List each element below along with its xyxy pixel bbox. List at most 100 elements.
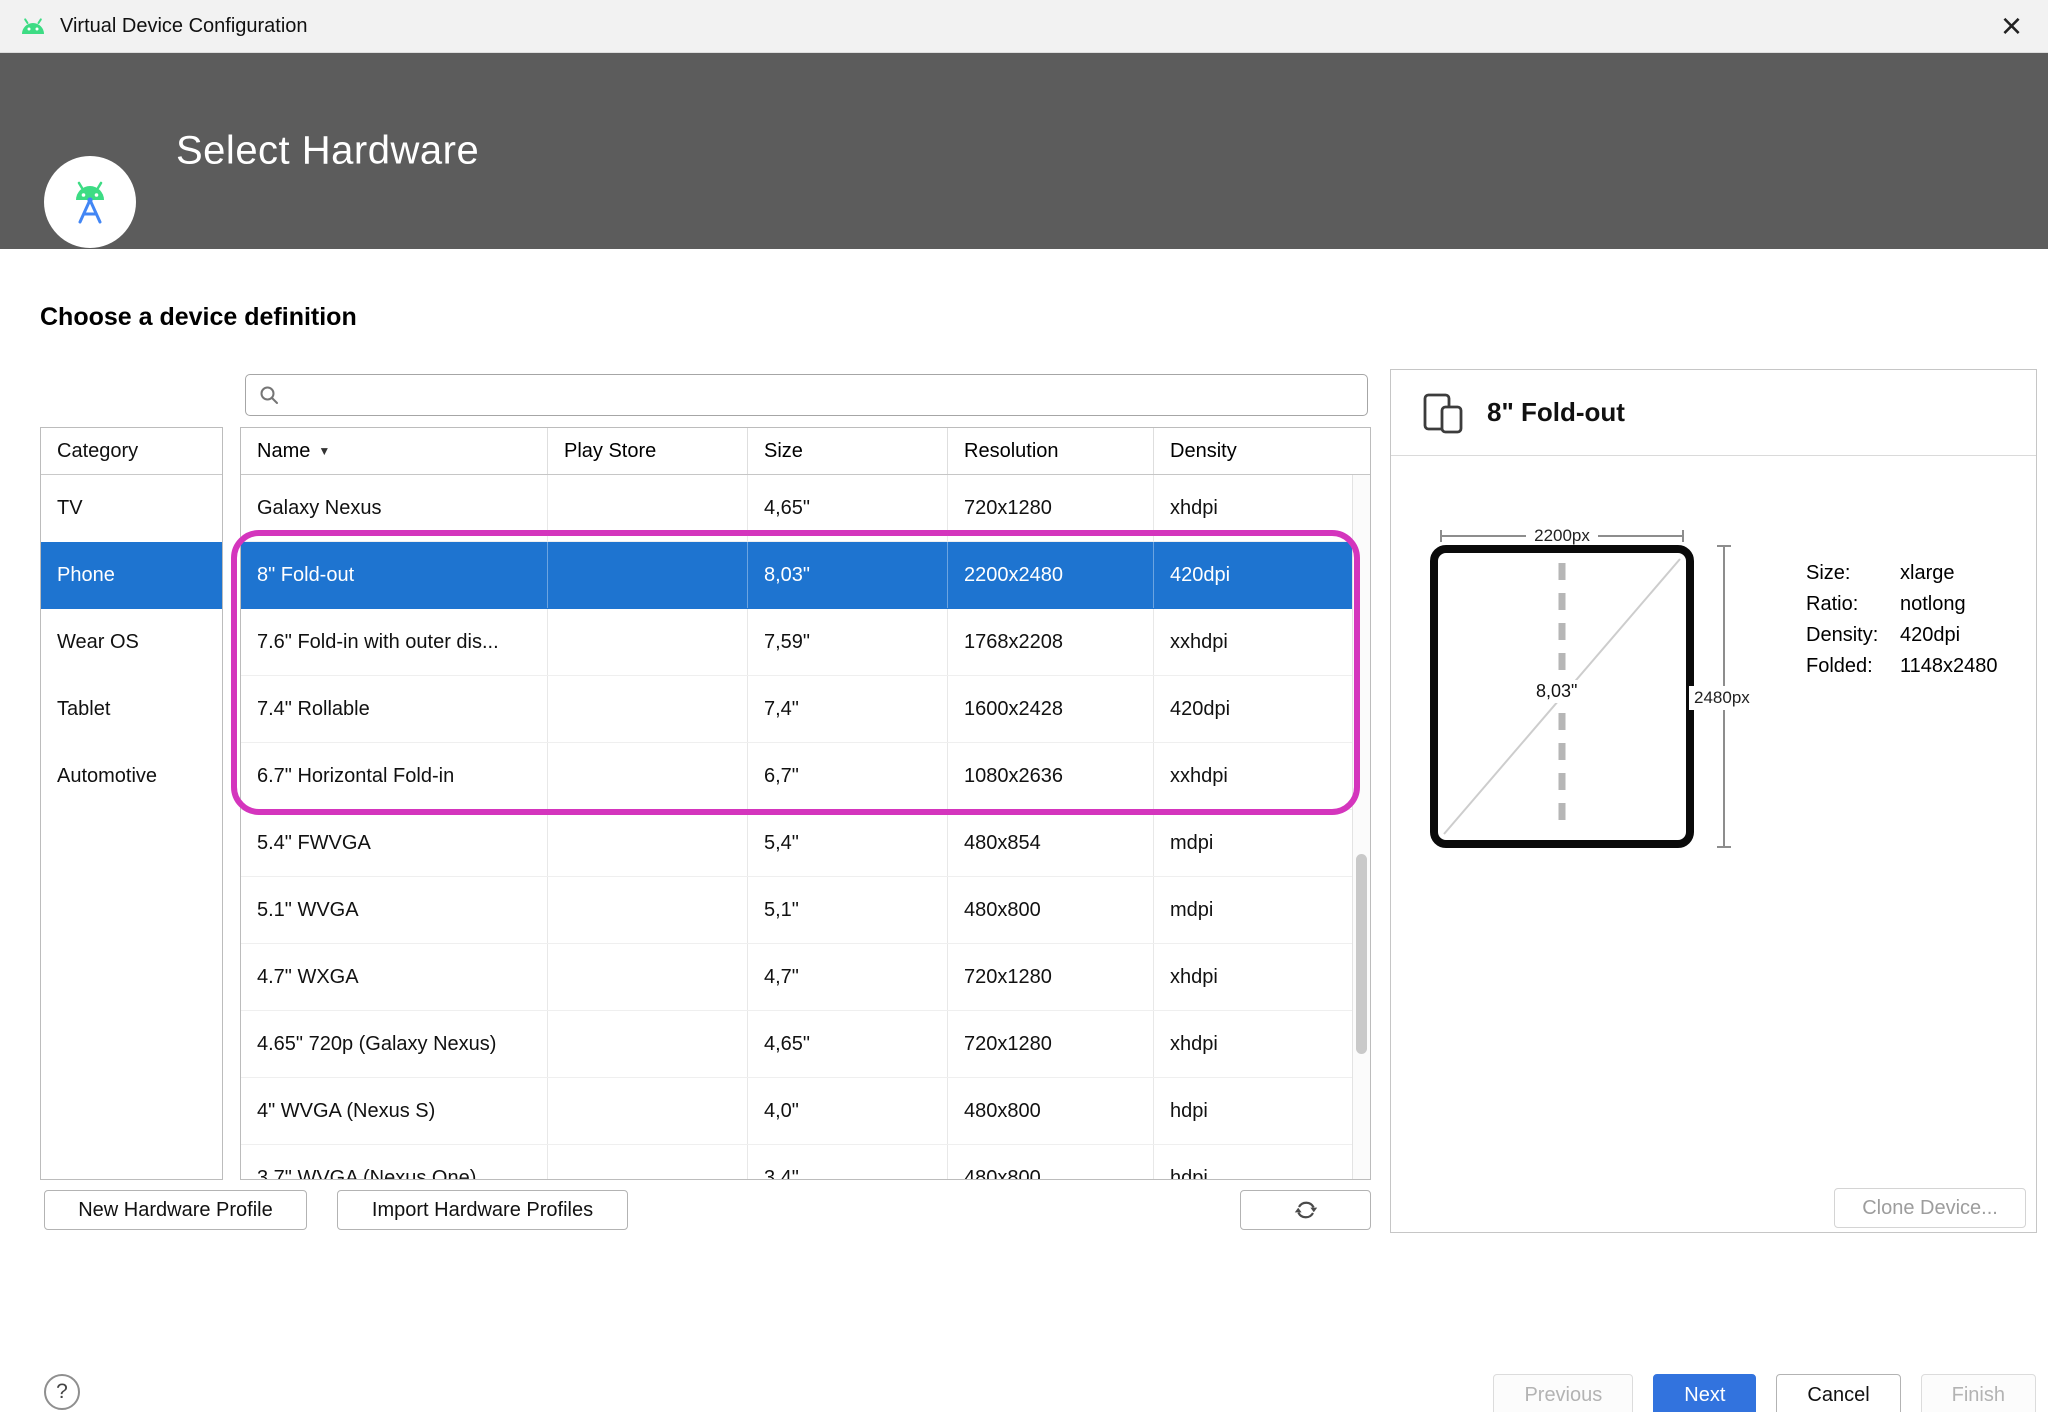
cell-name: 8" Fold-out	[241, 542, 548, 608]
device-row[interactable]: 4.7" WXGA4,7"720x1280xhdpi	[241, 944, 1370, 1011]
close-icon[interactable]: ×	[2001, 8, 2022, 44]
device-row[interactable]: 3.7" WVGA (Nexus One)3,4"480x800hdpi	[241, 1145, 1370, 1180]
cell-name: 6.7" Horizontal Fold-in	[241, 743, 548, 809]
section-title: Choose a device definition	[40, 303, 357, 332]
footer-buttons: Previous Next Cancel Finish	[1493, 1374, 2036, 1412]
previous-button[interactable]: Previous	[1493, 1374, 1633, 1412]
height-dimension-tick-top	[1717, 545, 1731, 547]
diagonal-size-label: 8,03"	[1531, 680, 1582, 703]
column-header-name[interactable]: Name ▼	[241, 428, 548, 474]
device-row[interactable]: 7.6" Fold-in with outer dis...7,59"1768x…	[241, 609, 1370, 676]
device-row[interactable]: 5.4" FWVGA5,4"480x854mdpi	[241, 810, 1370, 877]
device-row[interactable]: 4" WVGA (Nexus S)4,0"480x800hdpi	[241, 1078, 1370, 1145]
refresh-icon	[1293, 1197, 1319, 1223]
cell-name: 4" WVGA (Nexus S)	[241, 1078, 548, 1144]
category-item-tv[interactable]: TV	[41, 475, 222, 542]
cell-play-store	[548, 743, 748, 809]
scrollbar-thumb[interactable]	[1356, 854, 1367, 1054]
cell-name: 4.7" WXGA	[241, 944, 548, 1010]
column-header-size[interactable]: Size	[748, 428, 948, 474]
device-row[interactable]: 8" Fold-out8,03"2200x2480420dpi	[241, 542, 1370, 609]
cell-size: 4,0"	[748, 1078, 948, 1144]
device-search-box[interactable]	[245, 374, 1368, 416]
column-header-resolution[interactable]: Resolution	[948, 428, 1154, 474]
detail-panel-header: 8" Fold-out	[1391, 370, 2036, 456]
cell-size: 4,7"	[748, 944, 948, 1010]
cell-play-store	[548, 877, 748, 943]
device-specs: Size:xlargeRatio:notlongDensity:420dpiFo…	[1806, 562, 1998, 678]
cell-size: 7,4"	[748, 676, 948, 742]
cell-play-store	[548, 810, 748, 876]
category-list: TVPhoneWear OSTabletAutomotive	[41, 475, 222, 810]
search-input[interactable]	[288, 374, 1367, 416]
category-panel: Category TVPhoneWear OSTabletAutomotive	[40, 427, 223, 1180]
virtual-device-configuration-window: Virtual Device Configuration × Select Ha…	[0, 0, 2048, 1412]
device-row[interactable]: 5.1" WVGA5,1"480x800mdpi	[241, 877, 1370, 944]
cancel-button[interactable]: Cancel	[1776, 1374, 1900, 1412]
cell-size: 5,4"	[748, 810, 948, 876]
cell-play-store	[548, 1145, 748, 1180]
header-banner: Select Hardware	[0, 53, 2048, 249]
column-header-play-store[interactable]: Play Store	[548, 428, 748, 474]
spec-label: Folded:	[1806, 655, 1900, 678]
height-label: 2480px	[1689, 686, 1755, 710]
cell-play-store	[548, 944, 748, 1010]
cell-play-store	[548, 542, 748, 608]
device-detail-panel: 8" Fold-out 2200px 8,03" 2480px Size:xla…	[1390, 369, 2037, 1233]
cell-play-store	[548, 1011, 748, 1077]
cell-resolution: 1768x2208	[948, 609, 1154, 675]
device-table: Name ▼ Play Store Size Resolution Densit…	[240, 427, 1371, 1180]
help-button[interactable]: ?	[44, 1374, 80, 1410]
category-header: Category	[41, 428, 222, 475]
height-dimension-tick-bottom	[1717, 846, 1731, 848]
device-row[interactable]: 7.4" Rollable7,4"1600x2428420dpi	[241, 676, 1370, 743]
category-item-wear-os[interactable]: Wear OS	[41, 609, 222, 676]
cell-size: 4,65"	[748, 1011, 948, 1077]
cell-resolution: 720x1280	[948, 475, 1154, 541]
clone-device-button[interactable]: Clone Device...	[1834, 1188, 2026, 1228]
spec-label: Ratio:	[1806, 593, 1900, 616]
device-detail-title: 8" Fold-out	[1487, 397, 1625, 428]
window-title: Virtual Device Configuration	[60, 15, 308, 38]
device-row[interactable]: 4.65" 720p (Galaxy Nexus)4,65"720x1280xh…	[241, 1011, 1370, 1078]
cell-name: 4.65" 720p (Galaxy Nexus)	[241, 1011, 548, 1077]
cell-name: Galaxy Nexus	[241, 475, 548, 541]
cell-size: 7,59"	[748, 609, 948, 675]
cell-resolution: 1080x2636	[948, 743, 1154, 809]
cell-density: hdpi	[1154, 1145, 1354, 1180]
vertical-scrollbar[interactable]	[1352, 475, 1370, 1179]
width-dimension: 2200px	[1440, 528, 1684, 544]
new-hardware-profile-button[interactable]: New Hardware Profile	[44, 1190, 307, 1230]
spec-label: Size:	[1806, 562, 1900, 585]
cell-density: 420dpi	[1154, 676, 1354, 742]
cell-density: hdpi	[1154, 1078, 1354, 1144]
device-row[interactable]: Galaxy Nexus4,65"720x1280xhdpi	[241, 475, 1370, 542]
search-icon	[258, 384, 280, 406]
device-row[interactable]: 6.7" Horizontal Fold-in6,7"1080x2636xxhd…	[241, 743, 1370, 810]
cell-resolution: 480x800	[948, 877, 1154, 943]
category-item-phone[interactable]: Phone	[41, 542, 222, 609]
finish-button[interactable]: Finish	[1921, 1374, 2036, 1412]
column-header-label: Size	[764, 440, 803, 463]
column-header-label: Resolution	[964, 440, 1059, 463]
cell-density: mdpi	[1154, 877, 1354, 943]
android-logo-icon	[18, 17, 48, 36]
android-studio-logo-icon	[44, 156, 136, 248]
cell-density: xxhdpi	[1154, 609, 1354, 675]
cell-play-store	[548, 1078, 748, 1144]
cell-density: mdpi	[1154, 810, 1354, 876]
category-item-automotive[interactable]: Automotive	[41, 743, 222, 810]
next-button[interactable]: Next	[1653, 1374, 1756, 1412]
column-header-label: Density	[1170, 440, 1237, 463]
device-table-body: Galaxy Nexus4,65"720x1280xhdpi8" Fold-ou…	[241, 475, 1370, 1180]
import-hardware-profiles-button[interactable]: Import Hardware Profiles	[337, 1190, 628, 1230]
category-item-tablet[interactable]: Tablet	[41, 676, 222, 743]
cell-name: 3.7" WVGA (Nexus One)	[241, 1145, 548, 1180]
width-label: 2200px	[1526, 526, 1598, 546]
cell-resolution: 1600x2428	[948, 676, 1154, 742]
column-header-density[interactable]: Density	[1154, 428, 1354, 474]
cell-density: 420dpi	[1154, 542, 1354, 608]
refresh-button[interactable]	[1240, 1190, 1371, 1230]
foldable-device-icon	[1421, 390, 1467, 436]
column-header-label: Name	[257, 440, 310, 463]
